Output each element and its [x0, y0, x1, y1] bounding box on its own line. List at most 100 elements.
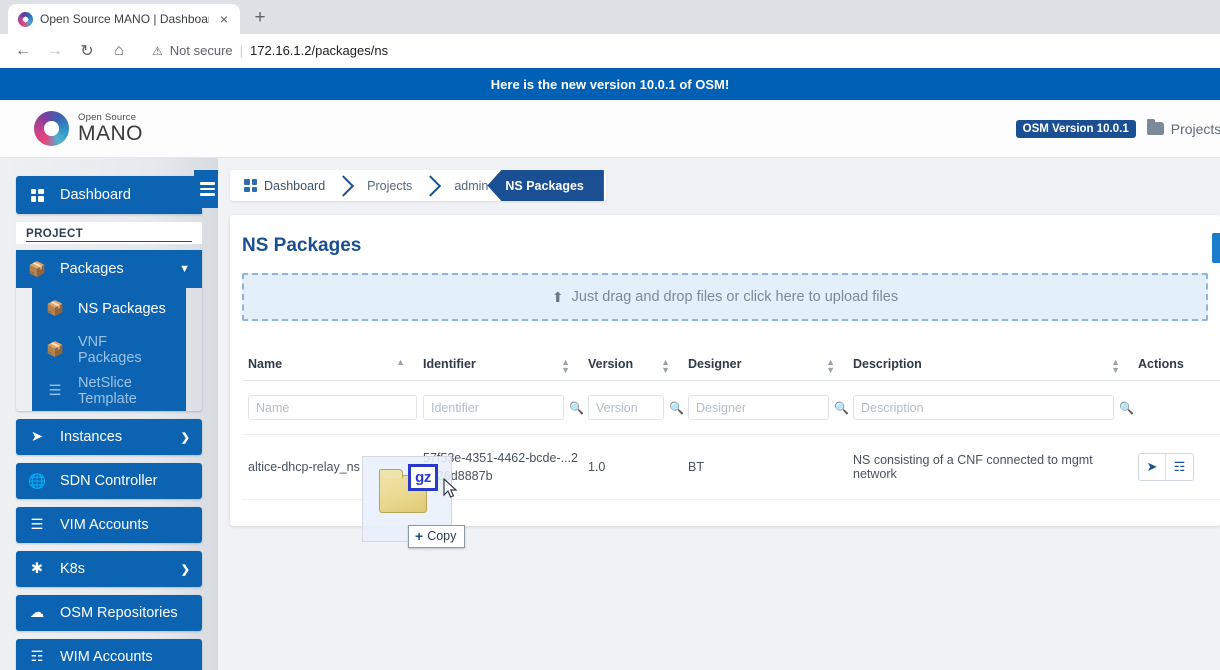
- project-selector[interactable]: Projects (admin: [1146, 119, 1220, 137]
- table-filter-row: 🔍 🔍: [242, 380, 1220, 435]
- version-notice-bar: Here is the new version 10.0.1 of OSM!: [0, 68, 1220, 100]
- osm-logo-icon: [34, 111, 69, 146]
- ns-packages-card: NS Packages ⬆ Just drag and drop files o…: [230, 215, 1220, 527]
- sidebar-item-sdn-controller[interactable]: 🌐 SDN Controller: [16, 463, 202, 499]
- column-header-designer[interactable]: Designer ▲ ▼: [682, 351, 847, 381]
- sidebar-item-instances[interactable]: ➤ Instances ❯: [16, 419, 202, 455]
- filter-cell-description: 🔍: [847, 380, 1134, 435]
- sidebar-item-ns-packages[interactable]: 📦 NS Packages: [32, 288, 186, 329]
- new-tab-button[interactable]: +: [246, 4, 274, 32]
- search-input-description[interactable]: [853, 395, 1114, 420]
- open-box-icon: 📦: [45, 301, 65, 317]
- sidebar: Dashboard PROJECT 📦 Packages ▼ 📦 NS Pack…: [0, 158, 218, 670]
- sidebar-item-label: OSM Repositories: [60, 605, 178, 621]
- search-icon[interactable]: 🔍: [669, 401, 684, 415]
- globe-icon: 🌐: [27, 473, 47, 490]
- sidebar-item-k8s[interactable]: ✱ K8s ❯: [16, 551, 202, 587]
- forward-icon[interactable]: →: [40, 36, 70, 66]
- row-action-group: ➤ ☶: [1138, 453, 1194, 482]
- sitemap-icon[interactable]: ☶: [1166, 454, 1193, 481]
- column-header-identifier[interactable]: Identifier ▲ ▼: [417, 351, 582, 381]
- sidebar-item-label: K8s: [60, 561, 85, 577]
- sidebar-item-label: Instances: [60, 429, 123, 445]
- sidebar-item-label: Dashboard: [60, 187, 131, 203]
- search-input-identifier[interactable]: [423, 395, 564, 420]
- sidebar-item-vim-accounts[interactable]: ☰ VIM Accounts: [16, 507, 202, 543]
- breadcrumb-label: Dashboard: [264, 178, 326, 193]
- grid-icon: [244, 179, 257, 192]
- column-label: Version: [588, 357, 634, 371]
- instantiate-icon[interactable]: ➤: [1139, 454, 1166, 481]
- cell-name: altice-dhcp-relay_ns: [242, 434, 417, 501]
- breadcrumb-item-dashboard[interactable]: Dashboard: [230, 170, 338, 201]
- folder-icon: [1146, 119, 1164, 135]
- header-right-group: OSM Version 10.0.1 Projects (admin: [1015, 119, 1220, 138]
- table-row[interactable]: altice-dhcp-relay_ns 57f53e-4351-4462-bc…: [242, 434, 1220, 501]
- search-input-version[interactable]: [588, 395, 664, 420]
- search-icon[interactable]: 🔍: [569, 401, 584, 415]
- version-notice-text: Here is the new version 10.0.1 of OSM!: [490, 76, 730, 92]
- sort-icon[interactable]: ▲▼: [396, 357, 405, 374]
- browser-tabstrip: Open Source MANO | Dashboard × +: [0, 0, 1220, 34]
- reload-icon[interactable]: ↻: [72, 36, 102, 66]
- sidebar-item-label: VIM Accounts: [60, 517, 149, 533]
- breadcrumb-item-projects[interactable]: Projects: [354, 170, 425, 201]
- card-edge-action-button[interactable]: [1212, 233, 1220, 263]
- column-header-version[interactable]: Version ▲ ▼: [582, 351, 682, 381]
- chevron-down-icon: ▼: [179, 263, 190, 275]
- close-icon[interactable]: ×: [216, 12, 232, 26]
- column-label: Description: [853, 357, 922, 371]
- sidebar-item-dashboard[interactable]: Dashboard: [16, 176, 202, 214]
- osm-favicon-icon: [18, 11, 33, 27]
- ns-packages-table: Name ▲▼ Identifier ▲▼ Version ▲▼: [242, 351, 1220, 501]
- sidebar-item-label: SDN Controller: [60, 473, 158, 489]
- sidebar-item-label: Packages: [60, 261, 124, 277]
- search-input-name[interactable]: [248, 395, 417, 420]
- back-icon[interactable]: ←: [8, 36, 38, 66]
- server-icon: ☰: [30, 517, 44, 533]
- security-status-label: Not secure: [169, 43, 233, 58]
- sidebar-group-project: PROJECT: [16, 222, 202, 244]
- chevron-right-icon: ❯: [180, 431, 190, 444]
- column-header-actions: Actions: [1132, 351, 1220, 381]
- sort-icon[interactable]: ▲▼: [1111, 357, 1120, 374]
- sort-icon[interactable]: ▲▼: [826, 357, 835, 374]
- home-icon[interactable]: ⌂: [104, 36, 134, 66]
- address-bar[interactable]: ⚠ Not secure | 172.16.1.2/packages/ns: [142, 38, 1212, 64]
- filter-cell-name: [242, 380, 417, 435]
- sidebar-item-wim-accounts[interactable]: ☶ WIM Accounts: [16, 639, 202, 670]
- search-icon[interactable]: 🔍: [834, 401, 849, 415]
- app-header: Open Source MANO OSM Version 10.0.1 Proj…: [0, 100, 1220, 158]
- sidebar-item-osm-repositories[interactable]: ☁ OSM Repositories: [16, 595, 202, 631]
- tab-title: Open Source MANO | Dashboard: [40, 12, 209, 26]
- column-header-description[interactable]: Description ▲ ▼: [847, 351, 1132, 381]
- search-icon[interactable]: 🔍: [1119, 401, 1134, 415]
- sort-icon[interactable]: ▲▼: [561, 357, 570, 374]
- browser-tab[interactable]: Open Source MANO | Dashboard ×: [8, 4, 240, 34]
- page-title: NS Packages: [242, 235, 362, 256]
- layers-icon: ☰: [48, 382, 62, 399]
- file-dropzone[interactable]: ⬆ Just drag and drop files or click here…: [242, 273, 1208, 321]
- drag-copy-label: Copy: [427, 529, 457, 543]
- sidebar-item-vnf-packages[interactable]: 📦 VNF Packages: [32, 329, 186, 370]
- filter-cell-identifier: 🔍: [417, 380, 584, 435]
- filter-cell-version: 🔍: [582, 380, 684, 435]
- sidebar-item-packages[interactable]: 📦 Packages ▼: [16, 250, 202, 288]
- osm-logo[interactable]: Open Source MANO: [34, 111, 143, 146]
- sidebar-toggle-button[interactable]: [194, 170, 218, 208]
- sort-icon[interactable]: ▲▼: [661, 357, 670, 374]
- table-header-row: Name ▲▼ Identifier ▲▼ Version ▲▼: [242, 351, 1220, 381]
- cell-actions: ➤ ☶: [1132, 434, 1220, 501]
- column-header-name[interactable]: Name ▲▼: [242, 351, 417, 381]
- sitemap-icon: ☶: [30, 649, 44, 665]
- sidebar-item-netslice-template[interactable]: ☰ NetSlice Template: [32, 370, 186, 411]
- drag-copy-tooltip: + Copy: [408, 525, 466, 548]
- hamburger-icon: [200, 179, 215, 199]
- search-input-designer[interactable]: [688, 395, 829, 420]
- grid-icon: [28, 188, 46, 202]
- column-label: Name: [248, 357, 283, 371]
- column-label: Actions: [1138, 357, 1184, 371]
- upload-icon: ⬆: [551, 288, 564, 305]
- sidebar-item-label: WIM Accounts: [60, 649, 153, 665]
- breadcrumb-label: Projects: [367, 178, 413, 193]
